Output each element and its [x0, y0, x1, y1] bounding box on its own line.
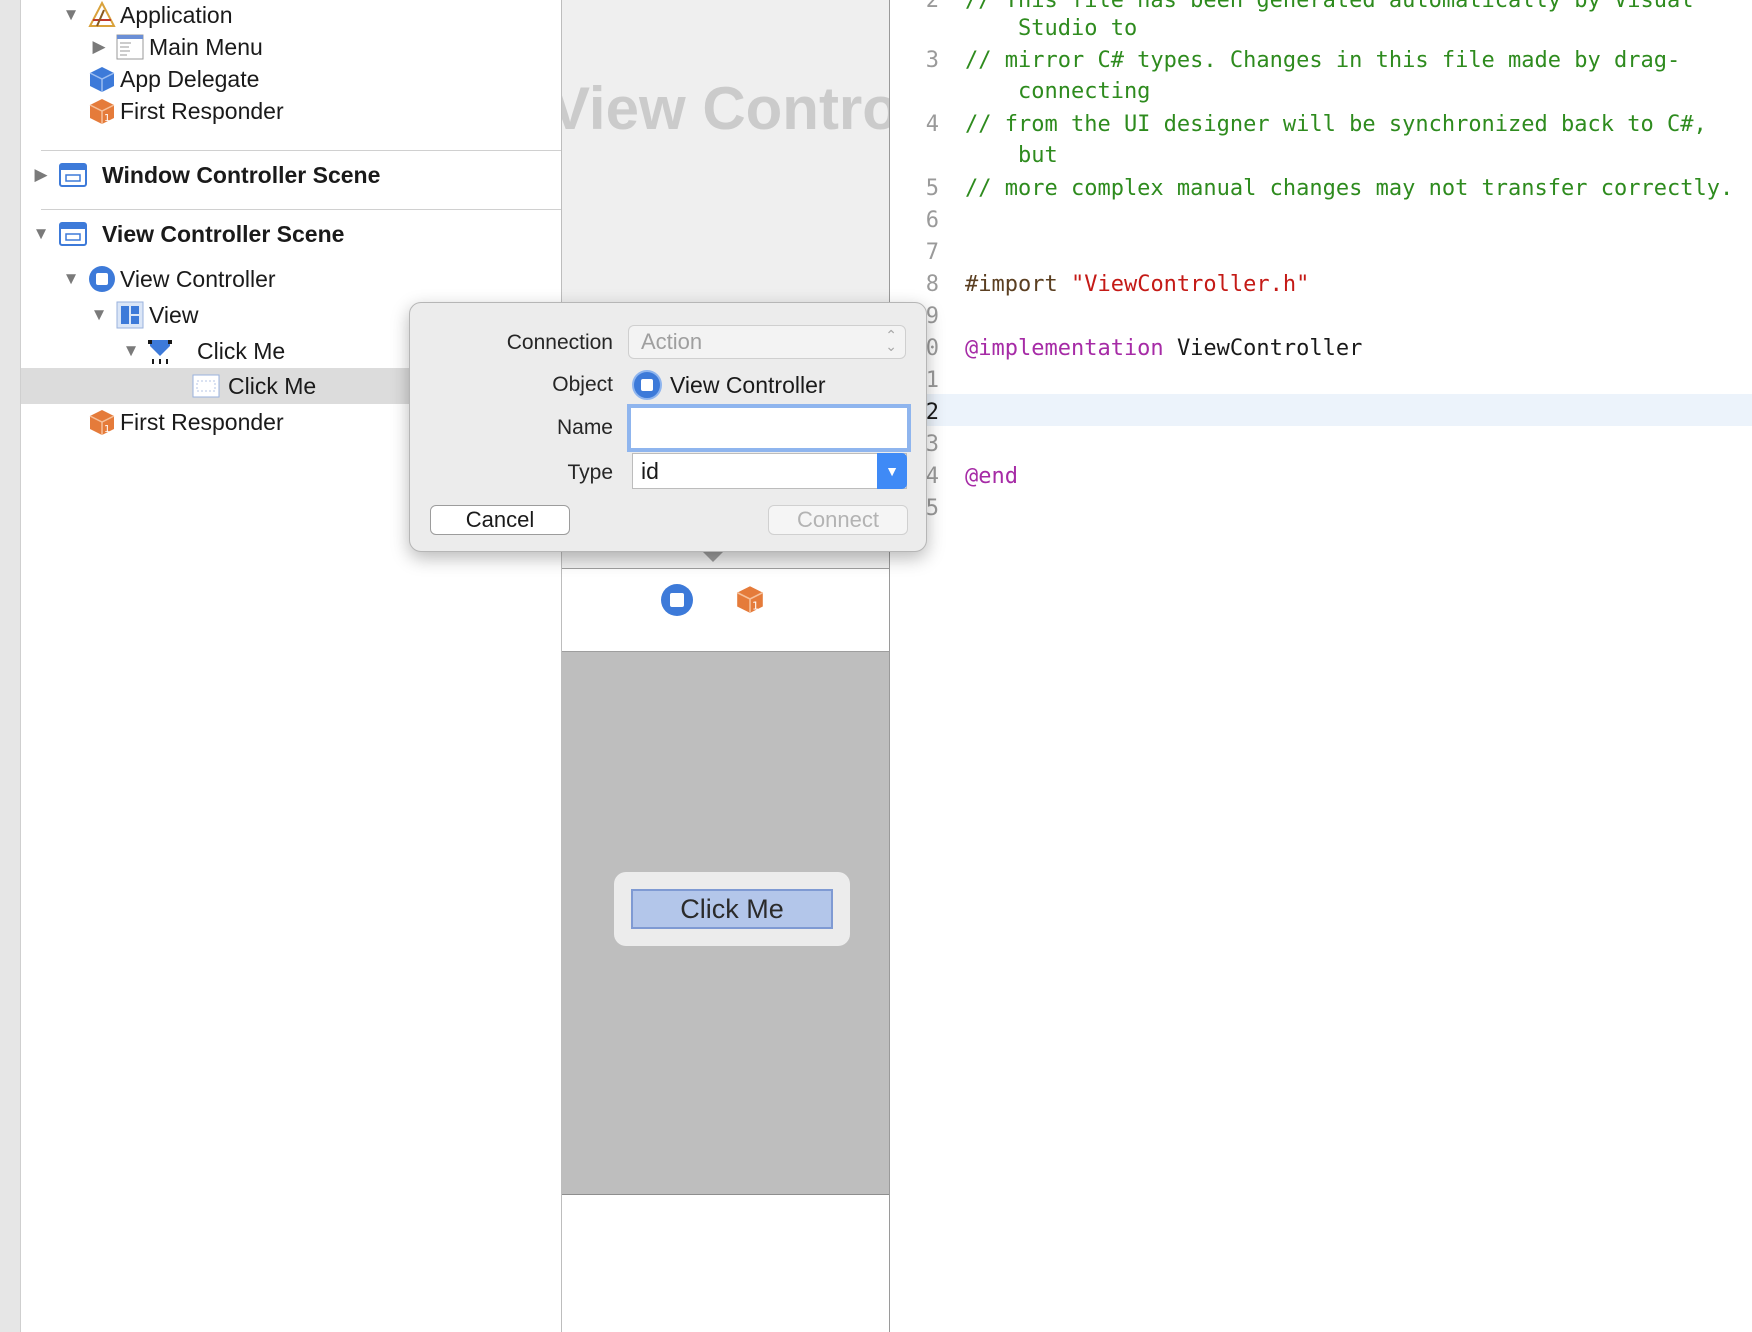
- code-line: @end: [965, 464, 1018, 489]
- name-input[interactable]: [627, 404, 911, 452]
- first-responder-icon[interactable]: 1: [734, 583, 766, 620]
- outline-item-label: App Delegate: [120, 65, 260, 92]
- disclosure-closed-icon[interactable]: ▶: [89, 37, 109, 57]
- button-cell-icon: [191, 371, 221, 401]
- code-line: #import "ViewController.h": [965, 272, 1309, 297]
- connect-button[interactable]: Connect: [768, 505, 908, 535]
- outline-item-label: View: [149, 301, 199, 328]
- up-down-chevron-icon: ⌃ ⌄: [885, 327, 897, 354]
- disclosure-open-icon[interactable]: ▼: [61, 269, 81, 289]
- object-label: Object: [552, 373, 613, 396]
- class-name: ViewController: [1176, 336, 1363, 361]
- type-combobox[interactable]: id ▼: [632, 453, 907, 489]
- outline-item-view-controller[interactable]: ▼ View Controller: [21, 261, 561, 297]
- chevron-down-icon[interactable]: ▼: [877, 453, 907, 489]
- disclosure-open-icon[interactable]: ▼: [61, 5, 81, 25]
- separator: [41, 150, 561, 151]
- scene-icon: [58, 160, 88, 190]
- connection-value: Action: [641, 329, 703, 354]
- preprocessor-directive: #import: [965, 272, 1058, 297]
- click-me-button[interactable]: Click Me: [631, 889, 833, 929]
- svg-text:1: 1: [104, 424, 110, 435]
- line-number: 3: [925, 48, 939, 73]
- line-number: 7: [925, 240, 939, 265]
- code-line: connecting: [965, 79, 1151, 104]
- disclosure-closed-icon[interactable]: ▶: [31, 165, 51, 185]
- button-icon: [145, 336, 175, 366]
- connection-dialog: Connection Action ⌃ ⌄ Object View Control…: [409, 302, 927, 552]
- type-value: id: [641, 457, 659, 484]
- disclosure-open-icon[interactable]: ▼: [31, 224, 51, 244]
- object-value-label: View Controller: [670, 371, 826, 398]
- view-controller-icon[interactable]: [661, 584, 693, 616]
- code-line: // mirror C# types. Changes in this file…: [965, 48, 1681, 73]
- line-number: 6: [925, 208, 939, 233]
- first-responder-icon: 1: [87, 96, 117, 126]
- scene-dock: 1: [562, 568, 890, 632]
- connection-select[interactable]: Action ⌃ ⌄: [628, 325, 906, 359]
- keyword: @implementation: [965, 336, 1164, 361]
- button-highlight: Click Me: [614, 872, 850, 946]
- separator: [41, 209, 561, 210]
- line-number: 4: [925, 112, 939, 137]
- outline-item-window-controller-scene[interactable]: ▶ Window Controller Scene: [21, 157, 561, 193]
- cancel-button[interactable]: Cancel: [430, 505, 570, 535]
- outline-item-label: View Controller: [120, 265, 276, 292]
- connection-label: Connection: [506, 331, 613, 354]
- scene-spacer: [562, 631, 890, 652]
- type-label: Type: [567, 461, 613, 484]
- import-string: "ViewController.h": [1070, 272, 1310, 297]
- outline-item-label: Click Me: [197, 337, 286, 364]
- outline-item-first-responder[interactable]: 1 First Responder: [21, 93, 561, 129]
- name-label: Name: [556, 416, 613, 439]
- design-canvas[interactable]: View Controller 1 Click Me: [562, 0, 890, 1332]
- menu-icon: [115, 32, 145, 62]
- disclosure-open-icon[interactable]: ▼: [121, 341, 141, 361]
- outline-item-view-controller-scene[interactable]: ▼ View Controller Scene: [21, 216, 561, 252]
- application-icon: [87, 0, 117, 30]
- outline-item-label: Main Menu: [149, 33, 263, 60]
- line-number: 5: [925, 176, 939, 201]
- outline-item-label: Click Me: [228, 372, 317, 399]
- divider: [889, 0, 890, 1332]
- code-line: @implementation ViewController: [965, 336, 1362, 361]
- view-controller-icon: [632, 370, 662, 400]
- svg-text:1: 1: [104, 113, 110, 124]
- left-gutter: [0, 0, 21, 1332]
- scene-icon: [58, 219, 88, 249]
- outline-item-label: View Controller Scene: [102, 220, 345, 247]
- code-line: but: [965, 143, 1058, 168]
- code-line: // from the UI designer will be synchron…: [965, 112, 1707, 137]
- outline-item-label: Window Controller Scene: [102, 161, 381, 188]
- canvas-empty-area: [562, 1195, 890, 1332]
- svg-text:1: 1: [752, 600, 759, 613]
- view-icon: [115, 300, 145, 330]
- code-line: // This file has been generated automati…: [965, 0, 1694, 13]
- outline-item-label: First Responder: [120, 408, 284, 435]
- outline-item-label: Application: [120, 1, 233, 28]
- scene-title: View Controller: [562, 75, 890, 142]
- view-area[interactable]: Click Me: [562, 652, 890, 1195]
- code-line: Studio to: [965, 16, 1138, 41]
- current-line-highlight: [891, 394, 1752, 426]
- outline-item-app-delegate[interactable]: App Delegate: [21, 61, 561, 97]
- object-value[interactable]: View Controller: [632, 367, 826, 403]
- document-outline: ▼ Application ▶ Main Menu App Delegate 1…: [21, 0, 562, 1332]
- line-number: 8: [925, 272, 939, 297]
- code-line: // more complex manual changes may not t…: [965, 176, 1734, 201]
- outline-item-main-menu[interactable]: ▶ Main Menu: [21, 29, 561, 65]
- outline-item-label: First Responder: [120, 97, 284, 124]
- line-number: 2: [925, 0, 939, 13]
- disclosure-open-icon[interactable]: ▼: [89, 305, 109, 325]
- first-responder-icon: 1: [87, 407, 117, 437]
- cube-icon: [87, 64, 117, 94]
- code-editor[interactable]: 2 // This file has been generated automa…: [891, 0, 1752, 1332]
- view-controller-icon: [87, 264, 117, 294]
